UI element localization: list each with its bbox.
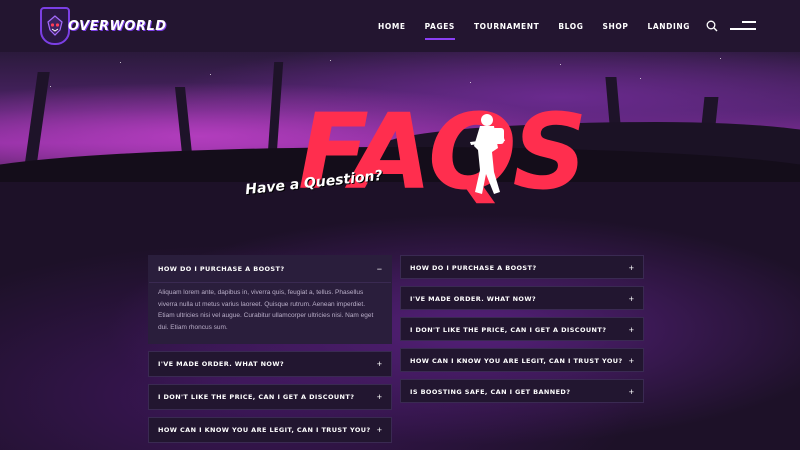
nav-item-shop[interactable]: SHOP xyxy=(603,22,629,31)
minus-icon[interactable]: − xyxy=(377,264,382,274)
plus-icon[interactable]: + xyxy=(377,359,382,369)
faq-answer: Aliquam lorem ante, dapibus in, viverra … xyxy=(149,282,391,343)
faq-question[interactable]: I DON'T LIKE THE PRICE, CAN I GET A DISC… xyxy=(401,318,643,342)
faq-question[interactable]: IS BOOSTING SAFE, CAN I GET BANNED? + xyxy=(401,380,643,404)
plus-icon[interactable]: + xyxy=(629,263,634,273)
faq-question[interactable]: I'VE MADE ORDER. WHAT NOW? + xyxy=(401,287,643,311)
nav-item-blog[interactable]: BLOG xyxy=(558,22,583,31)
faq-question-text: HOW DO I PURCHASE A BOOST? xyxy=(158,265,285,273)
faq-question[interactable]: HOW DO I PURCHASE A BOOST? − xyxy=(149,256,391,282)
faq-item[interactable]: I'VE MADE ORDER. WHAT NOW? + xyxy=(400,286,644,310)
plus-icon[interactable]: + xyxy=(629,294,634,304)
faq-question[interactable]: HOW CAN I KNOW YOU ARE LEGIT, CAN I TRUS… xyxy=(401,349,643,373)
faq-item[interactable]: I DON'T LIKE THE PRICE, CAN I GET A DISC… xyxy=(400,317,644,341)
search-icon[interactable] xyxy=(706,20,718,32)
logo-emblem-icon xyxy=(40,7,70,45)
page-title: FAQS xyxy=(298,91,587,213)
faq-item[interactable]: IS BOOSTING SAFE, CAN I GET BANNED? + xyxy=(400,379,644,403)
faq-question[interactable]: HOW CAN I KNOW YOU ARE LEGIT, CAN I TRUS… xyxy=(149,418,391,442)
menu-icon[interactable] xyxy=(730,21,756,33)
faq-question[interactable]: I DON'T LIKE THE PRICE, CAN I GET A DISC… xyxy=(149,385,391,409)
plus-icon[interactable]: + xyxy=(629,387,634,397)
faq-item[interactable]: I'VE MADE ORDER. WHAT NOW? + xyxy=(148,351,392,377)
nav-item-pages[interactable]: PAGES xyxy=(424,22,456,40)
faq-column-right: HOW DO I PURCHASE A BOOST? + I'VE MADE O… xyxy=(400,255,644,410)
plus-icon[interactable]: + xyxy=(629,325,634,335)
nav-item-landing[interactable]: LANDING xyxy=(647,22,690,31)
faq-item[interactable]: I DON'T LIKE THE PRICE, CAN I GET A DISC… xyxy=(148,384,392,410)
faq-item[interactable]: HOW CAN I KNOW YOU ARE LEGIT, CAN I TRUS… xyxy=(148,417,392,443)
soldier-silhouette-icon xyxy=(470,114,505,194)
faq-item[interactable]: HOW CAN I KNOW YOU ARE LEGIT, CAN I TRUS… xyxy=(400,348,644,372)
faq-question-text: IS BOOSTING SAFE, CAN I GET BANNED? xyxy=(410,388,571,396)
faq-column-left: HOW DO I PURCHASE A BOOST? − Aliquam lor… xyxy=(148,255,392,450)
main-nav: HOME PAGES TOURNAMENT BLOG SHOP LANDING xyxy=(359,0,690,52)
site-header: OVERWORLD HOME PAGES TOURNAMENT BLOG SHO… xyxy=(0,0,800,52)
faq-question[interactable]: HOW DO I PURCHASE A BOOST? + xyxy=(401,256,643,280)
nav-item-home[interactable]: HOME xyxy=(378,22,406,31)
faq-question-text: HOW DO I PURCHASE A BOOST? xyxy=(410,264,537,272)
faq-question-text: HOW CAN I KNOW YOU ARE LEGIT, CAN I TRUS… xyxy=(410,357,623,365)
faq-item[interactable]: HOW DO I PURCHASE A BOOST? + xyxy=(400,255,644,279)
faq-question-text: I'VE MADE ORDER. WHAT NOW? xyxy=(410,295,537,303)
faq-item[interactable]: HOW DO I PURCHASE A BOOST? − Aliquam lor… xyxy=(148,255,392,344)
faq-question-text: I'VE MADE ORDER. WHAT NOW? xyxy=(158,360,285,368)
plus-icon[interactable]: + xyxy=(377,425,382,435)
faq-section: HOW DO I PURCHASE A BOOST? − Aliquam lor… xyxy=(0,182,800,450)
plus-icon[interactable]: + xyxy=(629,356,634,366)
nav-item-tournament[interactable]: TOURNAMENT xyxy=(474,22,539,31)
faq-question-text: HOW CAN I KNOW YOU ARE LEGIT, CAN I TRUS… xyxy=(158,426,371,434)
faq-question-text: I DON'T LIKE THE PRICE, CAN I GET A DISC… xyxy=(158,393,355,401)
logo-text: OVERWORLD xyxy=(68,18,167,34)
faq-question[interactable]: I'VE MADE ORDER. WHAT NOW? + xyxy=(149,352,391,376)
plus-icon[interactable]: + xyxy=(377,392,382,402)
faq-question-text: I DON'T LIKE THE PRICE, CAN I GET A DISC… xyxy=(410,326,607,334)
site-logo[interactable]: OVERWORLD xyxy=(40,6,167,46)
